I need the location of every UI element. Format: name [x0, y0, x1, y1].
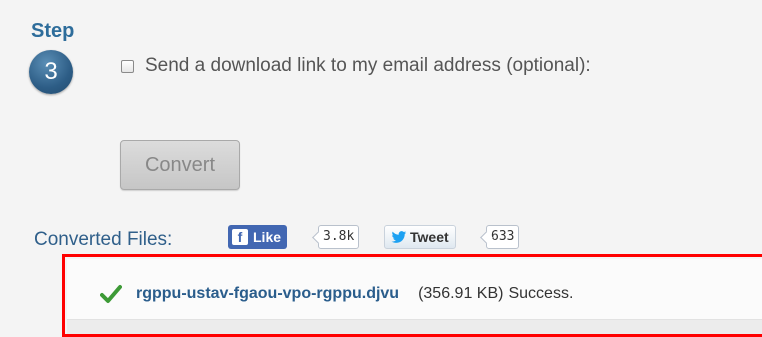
converted-file-link[interactable]: rgppu-ustav-fgaou-vpo-rgppu.djvu [136, 285, 399, 303]
panel-divider-strip [67, 320, 762, 334]
converted-file-row: rgppu-ustav-fgaou-vpo-rgppu.djvu (356.91… [100, 284, 573, 304]
email-link-checkbox[interactable] [121, 59, 134, 73]
facebook-icon: f [232, 229, 248, 245]
tweet-button[interactable]: Tweet [384, 225, 456, 249]
facebook-like-button[interactable]: f Like [228, 225, 288, 249]
highlight-border-left [62, 254, 65, 337]
convert-button[interactable]: Convert [120, 140, 240, 190]
step-number-badge: 3 [29, 50, 73, 94]
file-status: Success. [508, 285, 574, 302]
like-count: 3.8k [318, 225, 360, 249]
converted-files-label: Converted Files: [34, 229, 173, 250]
email-link-label[interactable]: Send a download link to my email address… [145, 55, 591, 77]
email-option-row[interactable]: Send a download link to my email address… [121, 55, 591, 77]
twitter-bird-icon [391, 230, 407, 243]
file-size: (356.91 KB) [418, 285, 504, 302]
success-check-icon [100, 285, 122, 303]
tweet-count: 633 [486, 225, 520, 249]
tweet-label: Tweet [410, 229, 449, 245]
step-label: Step [31, 20, 75, 42]
like-label: Like [253, 229, 282, 245]
highlight-border-top [64, 254, 762, 257]
